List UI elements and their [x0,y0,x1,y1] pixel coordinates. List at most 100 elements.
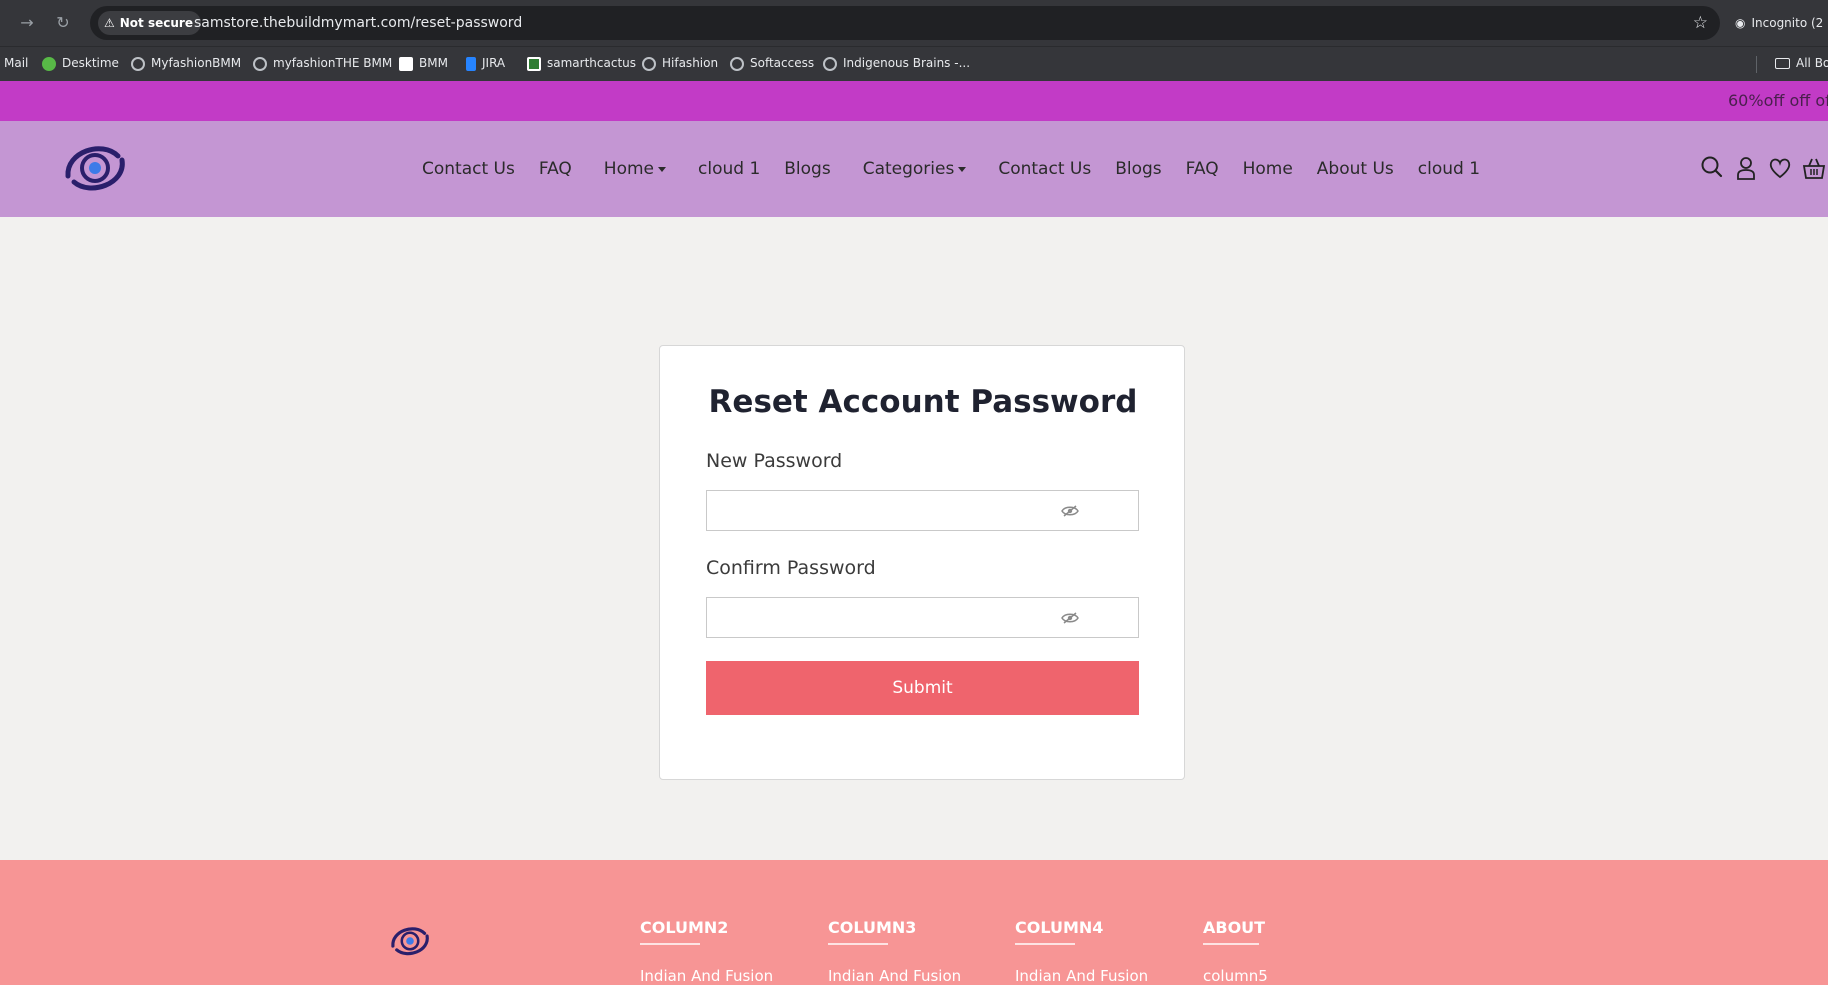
globe-icon [131,56,145,71]
nav-contact-us-2[interactable]: Contact Us [998,159,1091,179]
url-text[interactable]: samstore.thebuildmymart.com/reset-passwo… [194,6,522,40]
footer-column-heading: COLUMN3 [828,918,917,937]
search-icon[interactable] [1700,155,1724,181]
bookmark-label: JIRA [482,56,506,70]
bookmark-jira[interactable]: JIRA [466,47,505,80]
jira-icon [466,56,476,71]
caret-down-icon [958,166,967,172]
page-title: Reset Account Password [708,384,1138,420]
bookmarks-bar: Mail Desktime MyfashionBMM myfashionTHE … [0,46,1828,81]
incognito-label: Incognito (2 [1751,16,1824,30]
footer-logo[interactable] [388,922,432,960]
nav-blogs[interactable]: Blogs [784,159,830,179]
nav-categories-dropdown[interactable]: Categories [863,159,967,179]
desktime-icon [42,56,56,71]
bookmark-desktime[interactable]: Desktime [42,47,119,80]
bookmark-label: Indigenous Brains -... [843,56,971,70]
globe-icon [823,56,837,71]
address-bar[interactable]: ⚠ Not secure samstore.thebuildmymart.com… [90,6,1720,40]
confirm-password-label: Confirm Password [706,557,876,579]
nav-label: About Us [1316,159,1394,179]
submit-button[interactable]: Submit [706,661,1139,715]
new-password-label: New Password [706,450,843,472]
nav-label: Blogs [1115,159,1162,179]
nav-label: cloud 1 [698,159,761,179]
footer-heading-underline [1015,943,1075,945]
warning-triangle-icon: ⚠ [104,16,115,30]
nav-faq-2[interactable]: FAQ [1186,159,1219,179]
bookmark-label: MyfashionBMM [151,56,242,70]
bookmark-star-icon[interactable]: ☆ [1693,6,1708,40]
browser-toolbar: → ↻ ⚠ Not secure samstore.thebuildmymart… [0,0,1828,46]
nav-home[interactable]: Home [1243,159,1293,179]
nav-label: Contact Us [422,159,515,179]
nav-label: Home [1242,159,1293,179]
bookmark-label: Hifashion [662,56,719,70]
reset-password-card: Reset Account Password New Password Conf… [659,345,1185,780]
site-header: Contact Us FAQ Home cloud 1 Blogs Catego… [0,121,1828,217]
footer-heading-underline [1203,943,1259,945]
bookmark-label: Softaccess [750,56,815,70]
nav-faq[interactable]: FAQ [539,159,572,179]
incognito-profile-button[interactable]: ◉ Incognito (2 [1735,10,1823,36]
nav-blogs-2[interactable]: Blogs [1115,159,1161,179]
nav-label: Home [603,159,654,179]
security-label: Not secure [119,16,193,30]
user-icon[interactable] [1734,155,1758,181]
globe-icon [253,56,267,71]
bookmark-label: Desktime [62,56,119,70]
bookmark-bmm[interactable]: BMM [399,47,448,80]
footer-link[interactable]: Indian And Fusion [640,967,773,985]
eye-slash-icon[interactable] [1061,612,1079,624]
footer-column-heading: COLUMN4 [1015,918,1104,937]
caret-down-icon [658,166,666,172]
bookmark-label: BMM [419,56,448,70]
eye-slash-icon[interactable] [1061,505,1079,517]
site-footer: COLUMN2 Indian And Fusion COLUMN3 Indian… [0,860,1828,985]
bmm-icon [399,56,413,71]
footer-link[interactable]: Indian And Fusion [828,967,961,985]
site-security-chip[interactable]: ⚠ Not secure [98,11,201,35]
nav-about-us[interactable]: About Us [1317,159,1394,179]
footer-column-3: COLUMN3 Indian And Fusion [828,918,961,985]
promo-bar: 60%off off off [0,81,1828,121]
footer-heading-underline [640,943,700,945]
all-bookmarks-button[interactable]: All Bo [1775,47,1828,80]
bookmark-label: Mail [4,56,29,70]
bookmarks-divider [1756,56,1757,73]
main-navigation: Contact Us FAQ Home cloud 1 Blogs Catego… [422,121,1504,217]
heart-icon[interactable] [1768,155,1792,181]
bookmark-hifashion[interactable]: Hifashion [642,47,718,80]
footer-column-2: COLUMN2 Indian And Fusion [640,918,773,985]
footer-link[interactable]: column5 [1203,967,1268,985]
bookmark-indigenous-brains[interactable]: Indigenous Brains -... [823,47,970,80]
bookmark-softaccess[interactable]: Softaccess [730,47,814,80]
cactus-icon [527,56,541,71]
basket-icon[interactable] [1802,155,1826,181]
bookmark-mail[interactable]: Mail [4,47,28,80]
footer-column-heading: COLUMN2 [640,918,729,937]
bookmark-label: myfashionTHE BMM [273,56,393,70]
nav-label: FAQ [1185,159,1219,179]
bookmark-myfashionbmm[interactable]: MyfashionBMM [131,47,241,80]
promo-text: 60%off off off [1728,91,1828,110]
footer-column-heading: ABOUT [1203,918,1266,937]
nav-label: cloud 1 [1417,159,1481,179]
nav-home-dropdown[interactable]: Home [604,159,666,179]
globe-icon [730,56,744,71]
store-logo[interactable] [62,138,128,198]
footer-column-about: ABOUT column5 [1203,918,1268,985]
nav-cloud-1[interactable]: cloud 1 [698,159,760,179]
footer-column-4: COLUMN4 Indian And Fusion [1015,918,1148,985]
nav-cloud-1-2[interactable]: cloud 1 [1418,159,1480,179]
forward-arrow-icon[interactable]: → [16,12,38,34]
incognito-icon: ◉ [1735,16,1746,30]
bookmark-samarthcactus[interactable]: samarthcactus [527,47,636,80]
reload-icon[interactable]: ↻ [52,12,74,34]
nav-label: Categories [862,159,955,179]
nav-contact-us[interactable]: Contact Us [422,159,515,179]
header-actions [1700,155,1826,181]
folder-icon [1775,58,1790,69]
bookmark-myfashionthe-bmm[interactable]: myfashionTHE BMM [253,47,392,80]
footer-link[interactable]: Indian And Fusion [1015,967,1148,985]
